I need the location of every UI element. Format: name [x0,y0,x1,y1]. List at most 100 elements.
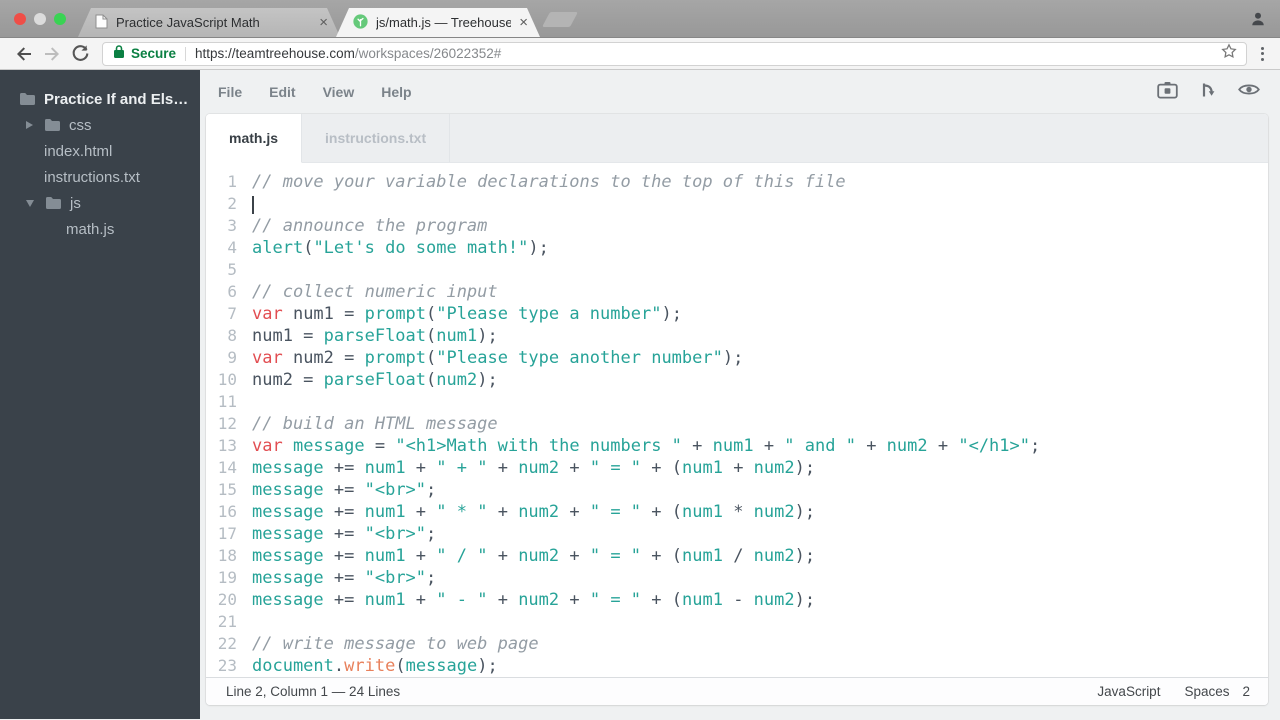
language-mode[interactable]: JavaScript [1097,684,1160,699]
line-number: 22 [217,634,237,653]
menu-file[interactable]: File [218,84,242,100]
sidebar-item-index-html[interactable]: index.html [0,138,200,164]
chevron-down-icon[interactable] [26,199,34,207]
indent-size[interactable]: 2 [1242,684,1250,699]
code-text: // write message to web page [252,634,539,654]
code-line-22[interactable]: 22 // write message to web page [206,633,1268,655]
line-number: 16 [217,502,237,521]
code-line-4[interactable]: 4 alert("Let's do some math!"); [206,237,1268,259]
line-number: 1 [227,172,237,191]
sidebar-item-practice-if-and-els[interactable]: Practice If and Els… [0,86,200,112]
browser-tab-treehouse-workspace[interactable]: js/math.js — Treehouse Works × [336,8,540,37]
code-line-3[interactable]: 3 // announce the program [206,215,1268,237]
folder-icon [20,93,35,105]
code-line-7[interactable]: 7 var num1 = prompt("Please type a number… [206,303,1268,325]
sidebar-item-css[interactable]: css [0,112,200,138]
sidebar-item-js[interactable]: js [0,190,200,216]
code-line-17[interactable]: 17 message += "<br>"; [206,523,1268,545]
fork-icon[interactable] [1199,81,1217,104]
chevron-right-icon[interactable] [26,121,33,129]
code-line-5[interactable]: 5 [206,259,1268,281]
browser-tab-practice-javascript-math[interactable]: Practice JavaScript Math × [78,8,340,37]
code-line-13[interactable]: 13 var message = "<h1>Math with the numbe… [206,435,1268,457]
code-line-2[interactable]: 2 [206,193,1268,215]
window-zoom-button[interactable] [54,13,66,25]
status-bar: Line 2, Column 1 — 24 Lines JavaScript S… [206,677,1268,705]
tab-close-icon[interactable]: × [317,15,330,30]
code-text: message += num1 + " + " + num2 + " = " +… [252,458,816,478]
code-line-16[interactable]: 16 message += num1 + " * " + num2 + " = "… [206,501,1268,523]
editor-tab-math-js[interactable]: math.js [206,114,303,163]
sidebar-item-math-js[interactable]: math.js [0,216,200,242]
line-number: 7 [227,304,237,323]
bookmark-star-icon[interactable] [1220,42,1238,65]
url-separator [185,46,187,61]
code-line-21[interactable]: 21 [206,611,1268,633]
line-number: 12 [217,414,237,433]
code-line-14[interactable]: 14 message += num1 + " + " + num2 + " = "… [206,457,1268,479]
sidebar-item-instructions-txt[interactable]: instructions.txt [0,164,200,190]
code-text: document.write(message); [252,656,498,676]
menu-edit[interactable]: Edit [269,84,295,100]
line-number: 3 [227,216,237,235]
line-number: 8 [227,326,237,345]
folder-icon [46,197,61,209]
profile-icon[interactable] [1250,11,1266,32]
back-icon[interactable] [10,44,38,64]
url-text[interactable]: https://teamtreehouse.com/workspaces/260… [195,46,1220,61]
code-line-23[interactable]: 23 document.write(message); [206,655,1268,677]
code-line-1[interactable]: 1 // move your variable declarations to t… [206,171,1268,193]
code-line-6[interactable]: 6 // collect numeric input [206,281,1268,303]
window-close-button[interactable] [14,13,26,25]
code-line-9[interactable]: 9 var num2 = prompt("Please type another … [206,347,1268,369]
code-text: var num2 = prompt("Please type another n… [252,348,744,368]
treehouse-icon [353,14,368,32]
reload-icon[interactable] [66,44,94,63]
editor-tab-instructions-txt[interactable]: instructions.txt [302,114,451,162]
browser-toolbar: Secure https://teamtreehouse.com/workspa… [0,38,1280,70]
indent-type[interactable]: Spaces [1184,684,1229,699]
code-line-19[interactable]: 19 message += "<br>"; [206,567,1268,589]
editor-menubar: File Edit View Help [200,70,1280,114]
editor-card: math.js instructions.txt 1 // move your va… [206,114,1268,705]
tab-close-icon[interactable]: × [517,15,530,30]
line-number: 2 [227,194,237,213]
line-number: 10 [217,370,237,389]
secure-label: Secure [131,46,177,61]
window-minimize-button[interactable] [34,13,46,25]
code-text: message += "<br>"; [252,480,437,500]
line-number: 23 [217,656,237,675]
line-number: 5 [227,260,237,279]
code-line-15[interactable]: 15 message += "<br>"; [206,479,1268,501]
line-number: 6 [227,282,237,301]
browser-titlebar: Practice JavaScript Math × js/math.js — … [0,0,1280,38]
camera-icon[interactable] [1157,81,1178,104]
lock-icon [113,44,125,64]
browser-menu-icon[interactable] [1255,46,1270,61]
url-bar[interactable]: Secure https://teamtreehouse.com/workspa… [102,41,1247,66]
code-line-8[interactable]: 8 num1 = parseFloat(num1); [206,325,1268,347]
menu-help[interactable]: Help [381,84,411,100]
sidebar-item-label: css [69,116,92,134]
sidebar-item-label: math.js [66,220,115,238]
sidebar-item-label: index.html [44,142,113,160]
forward-icon[interactable] [38,44,66,64]
code-line-11[interactable]: 11 [206,391,1268,413]
code-line-18[interactable]: 18 message += num1 + " / " + num2 + " = "… [206,545,1268,567]
tab-title: Practice JavaScript Math [116,15,260,30]
code-text: // build an HTML message [252,414,498,434]
code-line-10[interactable]: 10 num2 = parseFloat(num2); [206,369,1268,391]
line-number: 15 [217,480,237,499]
code-line-20[interactable]: 20 message += num1 + " - " + num2 + " = "… [206,589,1268,611]
code-line-12[interactable]: 12 // build an HTML message [206,413,1268,435]
code-area[interactable]: 1 // move your variable declarations to t… [206,163,1268,677]
eye-icon[interactable] [1238,82,1260,102]
line-number: 4 [227,238,237,257]
code-text: // collect numeric input [252,282,498,302]
url-host: https://teamtreehouse.com [195,46,355,61]
code-text: var message = "<h1>Math with the numbers… [252,436,1041,456]
line-number: 21 [217,612,237,631]
new-tab-button[interactable] [542,12,578,27]
menu-view[interactable]: View [323,84,355,100]
line-number: 20 [217,590,237,609]
